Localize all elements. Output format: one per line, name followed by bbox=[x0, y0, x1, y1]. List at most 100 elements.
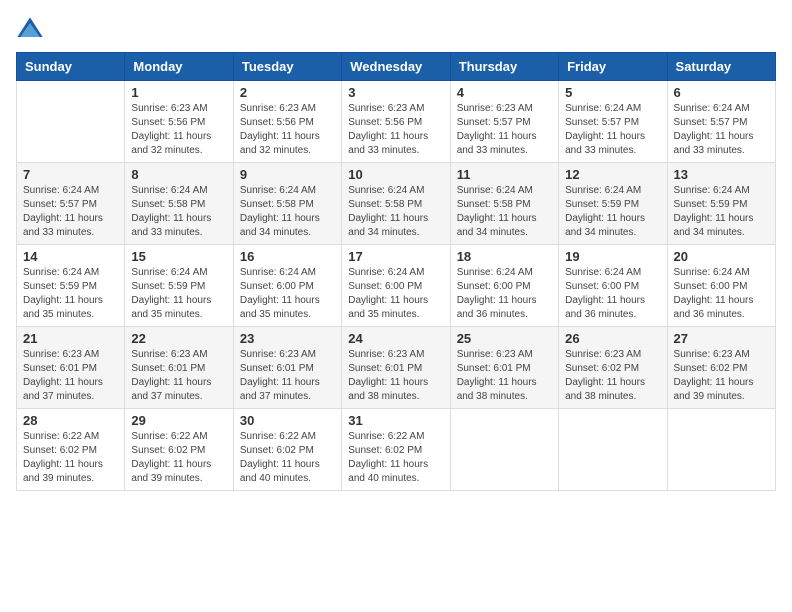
day-number: 30 bbox=[240, 413, 335, 428]
day-number: 26 bbox=[565, 331, 660, 346]
calendar-cell: 5 Sunrise: 6:24 AM Sunset: 5:57 PM Daylig… bbox=[559, 81, 667, 163]
weekday-header: Thursday bbox=[450, 53, 558, 81]
calendar-week-row: 28 Sunrise: 6:22 AM Sunset: 6:02 PM Dayli… bbox=[17, 409, 776, 491]
day-info: Sunrise: 6:23 AM Sunset: 6:01 PM Dayligh… bbox=[23, 348, 118, 404]
day-info: Sunrise: 6:23 AM Sunset: 6:02 PM Dayligh… bbox=[674, 348, 769, 404]
day-info: Sunrise: 6:23 AM Sunset: 5:56 PM Dayligh… bbox=[131, 102, 226, 158]
day-number: 15 bbox=[131, 249, 226, 264]
calendar-cell bbox=[17, 81, 125, 163]
weekday-header: Sunday bbox=[17, 53, 125, 81]
calendar-week-row: 7 Sunrise: 6:24 AM Sunset: 5:57 PM Daylig… bbox=[17, 163, 776, 245]
day-number: 28 bbox=[23, 413, 118, 428]
day-info: Sunrise: 6:22 AM Sunset: 6:02 PM Dayligh… bbox=[131, 430, 226, 486]
calendar-cell: 3 Sunrise: 6:23 AM Sunset: 5:56 PM Daylig… bbox=[342, 81, 450, 163]
day-info: Sunrise: 6:24 AM Sunset: 5:59 PM Dayligh… bbox=[23, 266, 118, 322]
calendar-cell: 31 Sunrise: 6:22 AM Sunset: 6:02 PM Dayli… bbox=[342, 409, 450, 491]
calendar-cell: 17Sunrise: 6:24 AM Sunset: 6:00 PM Dayli… bbox=[342, 245, 450, 327]
page-header bbox=[16, 16, 776, 44]
calendar-cell: 14 Sunrise: 6:24 AM Sunset: 5:59 PM Dayli… bbox=[17, 245, 125, 327]
day-number: 4 bbox=[457, 85, 552, 100]
calendar-cell: 18 Sunrise: 6:24 AM Sunset: 6:00 PM Dayli… bbox=[450, 245, 558, 327]
day-info: Sunrise: 6:24 AM Sunset: 5:59 PM Dayligh… bbox=[565, 184, 660, 240]
day-info: Sunrise: 6:24 AM Sunset: 6:00 PM Dayligh… bbox=[457, 266, 552, 322]
calendar-table: SundayMondayTuesdayWednesdayThursdayFrid… bbox=[16, 52, 776, 491]
day-number: 13 bbox=[674, 167, 769, 182]
day-number: 12 bbox=[565, 167, 660, 182]
day-info: Sunrise: 6:24 AM Sunset: 5:59 PM Dayligh… bbox=[131, 266, 226, 322]
calendar-cell: 15 Sunrise: 6:24 AM Sunset: 5:59 PM Dayli… bbox=[125, 245, 233, 327]
weekday-header: Saturday bbox=[667, 53, 775, 81]
day-number: 9 bbox=[240, 167, 335, 182]
day-number: 27 bbox=[674, 331, 769, 346]
calendar-cell: 4 Sunrise: 6:23 AM Sunset: 5:57 PM Daylig… bbox=[450, 81, 558, 163]
day-info: Sunrise: 6:22 AM Sunset: 6:02 PM Dayligh… bbox=[23, 430, 118, 486]
calendar-cell: 28 Sunrise: 6:22 AM Sunset: 6:02 PM Dayli… bbox=[17, 409, 125, 491]
day-info: Sunrise: 6:24 AM Sunset: 6:00 PM Dayligh… bbox=[348, 266, 443, 322]
day-number: 25 bbox=[457, 331, 552, 346]
day-number: 29 bbox=[131, 413, 226, 428]
calendar-cell: 16 Sunrise: 6:24 AM Sunset: 6:00 PM Dayli… bbox=[233, 245, 341, 327]
calendar-cell: 10 Sunrise: 6:24 AM Sunset: 5:58 PM Dayli… bbox=[342, 163, 450, 245]
day-info: Sunrise: 6:24 AM Sunset: 5:58 PM Dayligh… bbox=[457, 184, 552, 240]
calendar-week-row: 21 Sunrise: 6:23 AM Sunset: 6:01 PM Dayli… bbox=[17, 327, 776, 409]
calendar-week-row: 14 Sunrise: 6:24 AM Sunset: 5:59 PM Dayli… bbox=[17, 245, 776, 327]
day-number: 8 bbox=[131, 167, 226, 182]
day-info: Sunrise: 6:24 AM Sunset: 5:58 PM Dayligh… bbox=[240, 184, 335, 240]
day-info: Sunrise: 6:23 AM Sunset: 5:56 PM Dayligh… bbox=[348, 102, 443, 158]
day-number: 16 bbox=[240, 249, 335, 264]
day-info: Sunrise: 6:22 AM Sunset: 6:02 PM Dayligh… bbox=[348, 430, 443, 486]
calendar-cell: 21 Sunrise: 6:23 AM Sunset: 6:01 PM Dayli… bbox=[17, 327, 125, 409]
day-info: Sunrise: 6:24 AM Sunset: 6:00 PM Dayligh… bbox=[674, 266, 769, 322]
day-info: Sunrise: 6:24 AM Sunset: 6:00 PM Dayligh… bbox=[240, 266, 335, 322]
calendar-cell bbox=[559, 409, 667, 491]
calendar-cell: 2Sunrise: 6:23 AM Sunset: 5:56 PM Daylig… bbox=[233, 81, 341, 163]
day-number: 20 bbox=[674, 249, 769, 264]
day-info: Sunrise: 6:23 AM Sunset: 6:01 PM Dayligh… bbox=[131, 348, 226, 404]
day-info: Sunrise: 6:24 AM Sunset: 5:59 PM Dayligh… bbox=[674, 184, 769, 240]
calendar-cell: 27 Sunrise: 6:23 AM Sunset: 6:02 PM Dayli… bbox=[667, 327, 775, 409]
day-info: Sunrise: 6:22 AM Sunset: 6:02 PM Dayligh… bbox=[240, 430, 335, 486]
logo-icon bbox=[16, 16, 44, 44]
day-info: Sunrise: 6:23 AM Sunset: 6:02 PM Dayligh… bbox=[565, 348, 660, 404]
day-info: Sunrise: 6:24 AM Sunset: 5:57 PM Dayligh… bbox=[23, 184, 118, 240]
weekday-header: Friday bbox=[559, 53, 667, 81]
calendar-cell: 11 Sunrise: 6:24 AM Sunset: 5:58 PM Dayli… bbox=[450, 163, 558, 245]
day-number: 24 bbox=[348, 331, 443, 346]
calendar-cell: 13 Sunrise: 6:24 AM Sunset: 5:59 PM Dayli… bbox=[667, 163, 775, 245]
calendar-cell: 22 Sunrise: 6:23 AM Sunset: 6:01 PM Dayli… bbox=[125, 327, 233, 409]
day-number: 1 bbox=[131, 85, 226, 100]
day-number: 11 bbox=[457, 167, 552, 182]
day-info: Sunrise: 6:23 AM Sunset: 6:01 PM Dayligh… bbox=[457, 348, 552, 404]
day-number: 10 bbox=[348, 167, 443, 182]
day-info: Sunrise: 6:23 AM Sunset: 6:01 PM Dayligh… bbox=[348, 348, 443, 404]
weekday-header: Wednesday bbox=[342, 53, 450, 81]
calendar-cell bbox=[450, 409, 558, 491]
day-number: 22 bbox=[131, 331, 226, 346]
calendar-cell: 7 Sunrise: 6:24 AM Sunset: 5:57 PM Daylig… bbox=[17, 163, 125, 245]
calendar-cell: 12 Sunrise: 6:24 AM Sunset: 5:59 PM Dayli… bbox=[559, 163, 667, 245]
calendar-cell: 6Sunrise: 6:24 AM Sunset: 5:57 PM Daylig… bbox=[667, 81, 775, 163]
calendar-cell bbox=[667, 409, 775, 491]
calendar-cell: 23Sunrise: 6:23 AM Sunset: 6:01 PM Dayli… bbox=[233, 327, 341, 409]
calendar-cell: 24 Sunrise: 6:23 AM Sunset: 6:01 PM Dayli… bbox=[342, 327, 450, 409]
logo bbox=[16, 16, 48, 44]
day-number: 18 bbox=[457, 249, 552, 264]
day-info: Sunrise: 6:24 AM Sunset: 5:57 PM Dayligh… bbox=[565, 102, 660, 158]
calendar-cell: 9 Sunrise: 6:24 AM Sunset: 5:58 PM Daylig… bbox=[233, 163, 341, 245]
weekday-header: Monday bbox=[125, 53, 233, 81]
day-number: 14 bbox=[23, 249, 118, 264]
day-info: Sunrise: 6:23 AM Sunset: 5:57 PM Dayligh… bbox=[457, 102, 552, 158]
day-number: 31 bbox=[348, 413, 443, 428]
day-number: 23 bbox=[240, 331, 335, 346]
calendar-cell: 8Sunrise: 6:24 AM Sunset: 5:58 PM Daylig… bbox=[125, 163, 233, 245]
day-number: 3 bbox=[348, 85, 443, 100]
day-number: 5 bbox=[565, 85, 660, 100]
calendar-cell: 25 Sunrise: 6:23 AM Sunset: 6:01 PM Dayli… bbox=[450, 327, 558, 409]
day-info: Sunrise: 6:24 AM Sunset: 5:57 PM Dayligh… bbox=[674, 102, 769, 158]
day-number: 19 bbox=[565, 249, 660, 264]
day-info: Sunrise: 6:24 AM Sunset: 6:00 PM Dayligh… bbox=[565, 266, 660, 322]
day-info: Sunrise: 6:23 AM Sunset: 5:56 PM Dayligh… bbox=[240, 102, 335, 158]
day-info: Sunrise: 6:24 AM Sunset: 5:58 PM Dayligh… bbox=[348, 184, 443, 240]
day-number: 7 bbox=[23, 167, 118, 182]
day-number: 21 bbox=[23, 331, 118, 346]
